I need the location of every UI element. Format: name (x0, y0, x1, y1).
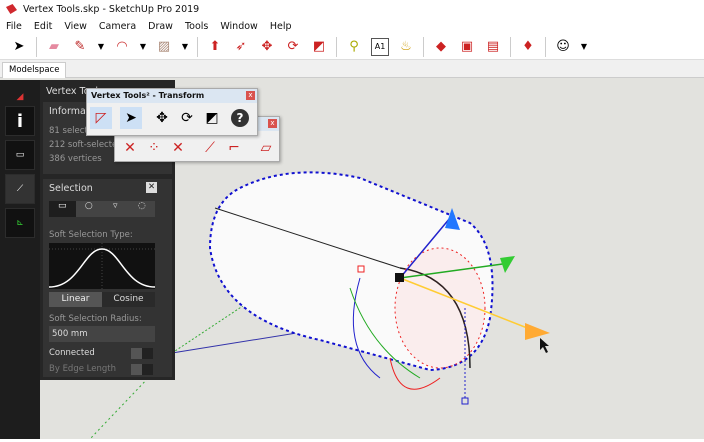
dropdown-icon[interactable]: ▼ (580, 38, 588, 56)
x-arrow-icon[interactable] (525, 323, 550, 340)
vertex-handle[interactable] (461, 397, 469, 405)
menu-draw[interactable]: Draw (148, 21, 173, 32)
vertex-tools-sidebar: ◢ i ▭ ⟋ ⊾ (0, 80, 40, 439)
scene-tabs: Modelspace (0, 60, 704, 78)
align-plane-icon[interactable]: ▱ (255, 137, 277, 159)
move-tool-icon[interactable]: ✥ (151, 107, 173, 129)
rotate-icon[interactable]: ⟳ (284, 38, 302, 56)
selection-section: Selection ✕ ▭ ○ ▿ ◌ Soft Selection Type:… (43, 179, 172, 377)
separator (36, 36, 37, 57)
ruby-icon[interactable]: ♦ (519, 38, 537, 56)
rotate-tool-icon[interactable]: ⟳ (176, 107, 198, 129)
sketchup-logo-icon (6, 4, 17, 14)
rectangle-icon[interactable]: ▨ (155, 38, 173, 56)
separator (197, 36, 198, 57)
y-arrow-icon[interactable] (500, 256, 515, 273)
scale-tool-icon[interactable]: ◩ (201, 107, 223, 129)
selection-mode-group: ▭ ○ ▿ ◌ (49, 201, 155, 217)
help-button[interactable]: ? (231, 109, 249, 127)
align-line-icon[interactable]: ⟋ (199, 137, 221, 159)
by-edge-length-label: By Edge Length (49, 364, 116, 374)
menu-edit[interactable]: Edit (34, 21, 52, 32)
dropdown-icon[interactable]: ▼ (181, 38, 189, 56)
linear-button[interactable]: Linear (49, 292, 102, 307)
falloff-curve-graph (49, 243, 155, 289)
dropdown-icon[interactable]: ▼ (139, 38, 147, 56)
soft-selection-radius-label: Soft Selection Radius: (49, 314, 142, 324)
separator (510, 36, 511, 57)
soft-selection-region (394, 247, 486, 369)
separator (423, 36, 424, 57)
scale-to-center-icon[interactable]: ✕ (119, 137, 141, 159)
subtools-close-button[interactable]: x (268, 119, 277, 128)
dropdown-icon[interactable]: ▼ (97, 38, 105, 56)
menu-help[interactable]: Help (270, 21, 292, 32)
transform-close-button[interactable]: x (246, 91, 255, 100)
scale-to-cursor-icon[interactable]: ✕ (167, 137, 189, 159)
title-bar: Vertex Tools.skp - SketchUp Pro 2019 (0, 0, 704, 18)
menu-view[interactable]: View (64, 21, 87, 32)
align-corner-icon[interactable]: ⌐ (223, 137, 245, 159)
transform-window-title: Vertex Tools² - Transform (87, 89, 257, 103)
cosine-button[interactable]: Cosine (102, 292, 155, 307)
paint-bucket-icon[interactable]: ♨ (397, 38, 415, 56)
select-icon[interactable]: ➤ (10, 38, 28, 56)
eraser-icon[interactable]: ▰ (45, 38, 63, 56)
push-pull-icon[interactable]: ⬆ (206, 38, 224, 56)
scale-to-point-icon[interactable]: ⁘ (143, 137, 165, 159)
soft-selected-count: 212 soft-selected (49, 140, 123, 150)
vertex-mode-icon[interactable]: ◸ (90, 107, 112, 129)
scale-icon[interactable]: ◩ (310, 38, 328, 56)
vertex-count: 386 vertices (49, 154, 102, 164)
menu-tools[interactable]: Tools (185, 21, 208, 32)
tape-measure-icon[interactable]: ⚲ (345, 38, 363, 56)
move-icon[interactable]: ✥ (258, 38, 276, 56)
tab-modelspace[interactable]: Modelspace (2, 62, 67, 78)
rectangle-select-icon[interactable]: ▭ (49, 201, 76, 217)
circle-select-icon[interactable]: ○ (76, 201, 103, 217)
selection-close-button[interactable]: ✕ (146, 182, 157, 193)
info-icon[interactable]: i (5, 106, 35, 136)
connected-label: Connected (49, 348, 95, 358)
arc-icon[interactable]: ◠ (113, 38, 131, 56)
soft-selection-radius-input[interactable]: 500 mm (49, 326, 155, 342)
component-icon[interactable]: ◆ (432, 38, 450, 56)
menu-window[interactable]: Window (220, 21, 257, 32)
vertex-handle[interactable] (357, 265, 365, 273)
pivot-point[interactable] (395, 273, 404, 282)
window-title: Vertex Tools.skp - SketchUp Pro 2019 (23, 3, 200, 15)
transform-window: Vertex Tools² - Transform x ◸ ➤ ✥ ⟳ ◩ ? (86, 88, 258, 136)
separator (545, 36, 546, 57)
lasso-select-icon[interactable]: ◌ (129, 201, 156, 217)
mouse-cursor-icon (540, 338, 549, 353)
selection-rectangle-icon[interactable]: ▭ (5, 140, 35, 170)
follow-me-icon[interactable]: ➶ (232, 38, 250, 56)
pencil-icon[interactable]: ✎ (71, 38, 89, 56)
menu-bar: File Edit View Camera Draw Tools Window … (0, 18, 304, 34)
text-icon[interactable]: A1 (371, 37, 389, 56)
axes-icon[interactable]: ⊾ (5, 208, 35, 238)
soft-selection-type-label: Soft Selection Type: (49, 230, 133, 240)
polygon-select-icon[interactable]: ▿ (102, 201, 129, 217)
extension-icon[interactable]: ▤ (484, 38, 502, 56)
selection-heading: Selection (49, 183, 93, 194)
by-edge-length-toggle[interactable] (131, 364, 153, 375)
menu-file[interactable]: File (6, 21, 22, 32)
warehouse-icon[interactable]: ▣ (458, 38, 476, 56)
select-tool-icon[interactable]: ➤ (120, 107, 142, 129)
soft-selection-icon[interactable]: ⟋ (5, 174, 35, 204)
menu-camera[interactable]: Camera (99, 21, 136, 32)
account-icon[interactable]: ☺ (554, 38, 572, 56)
connected-toggle[interactable] (131, 348, 153, 359)
separator (336, 36, 337, 57)
main-toolbar: ➤ ▰ ✎ ▼ ◠ ▼ ▨ ▼ ⬆ ➶ ✥ ⟳ ◩ ⚲ A1 ♨ ◆ ▣ ▤ ♦ ☺ ▼ (0, 34, 704, 60)
